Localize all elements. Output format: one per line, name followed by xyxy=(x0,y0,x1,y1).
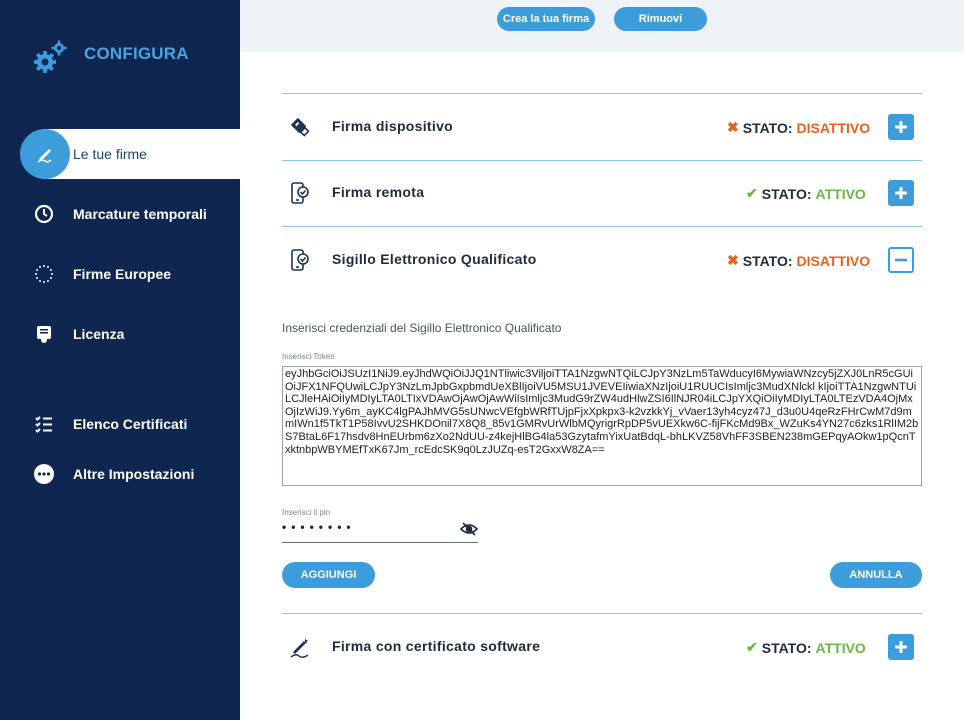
divider xyxy=(282,160,922,161)
sidebar-item-le-tue-firme[interactable]: Le tue firme xyxy=(42,129,240,179)
sidebar-item-label: Altre Impostazioni xyxy=(73,466,195,482)
status-badge: ✖ STATO: DISATTIVO xyxy=(727,119,871,136)
expand-button[interactable] xyxy=(888,114,914,140)
sidebar-item-marcature-temporali[interactable]: Marcature temporali xyxy=(0,189,240,239)
sidebar-item-altre-impostazioni[interactable]: Altre Impostazioni xyxy=(0,449,240,499)
row-title-firma-dispositivo: Firma dispositivo xyxy=(332,118,454,134)
divider xyxy=(282,613,922,614)
gears-icon xyxy=(32,40,72,76)
sidebar-item-label: Elenco Certificati xyxy=(73,416,188,432)
eu-stars-icon xyxy=(33,263,55,285)
token-label: Inserisci Token xyxy=(282,352,335,361)
brand: CONFIGURA xyxy=(32,40,189,76)
add-button[interactable]: AGGIUNGI xyxy=(282,562,375,588)
token-field[interactable]: eyJhbGciOiJSUzI1NiJ9.eyJhdWQiOiJJQ1NTliw… xyxy=(282,366,922,486)
status-badge: ✔ STATO: ATTIVO xyxy=(746,639,866,656)
divider xyxy=(282,226,922,227)
collapse-button[interactable] xyxy=(888,247,914,273)
status-badge: ✔ STATO: ATTIVO xyxy=(746,185,866,202)
pin-label: Inserisci il pin xyxy=(282,508,331,517)
x-icon: ✖ xyxy=(727,119,739,135)
sidebar-item-elenco-certificati[interactable]: Elenco Certificati xyxy=(0,399,240,449)
eye-slash-icon[interactable] xyxy=(459,522,479,536)
check-icon: ✔ xyxy=(746,185,758,201)
expand-button[interactable] xyxy=(888,634,914,660)
topbar xyxy=(240,0,964,52)
sidebar-item-label: Firme Europee xyxy=(73,266,172,282)
create-signature-button[interactable]: Crea la tua firma xyxy=(497,7,595,31)
cancel-button[interactable]: ANNULLA xyxy=(830,562,922,588)
check-icon: ✔ xyxy=(746,639,758,655)
mobile-sign-icon xyxy=(288,181,312,205)
plus-icon xyxy=(895,641,907,653)
sidebar-item-label: Marcature temporali xyxy=(73,206,207,222)
sidebar-item-firme-europee[interactable]: Firme Europee xyxy=(0,249,240,299)
remove-button[interactable]: Rimuovi xyxy=(614,7,707,31)
sidebar: CONFIGURA Le tue firme Marcature tempora… xyxy=(0,0,240,720)
status-badge: ✖ STATO: DISATTIVO xyxy=(727,252,871,269)
usb-key-icon xyxy=(288,115,312,139)
signature-pen-icon xyxy=(20,129,70,179)
list-check-icon xyxy=(33,413,55,435)
pin-field[interactable]: •••••••• xyxy=(282,520,479,543)
expand-button[interactable] xyxy=(888,180,914,206)
divider xyxy=(282,93,922,94)
sidebar-item-label: Le tue firme xyxy=(73,146,147,162)
clock-icon xyxy=(33,203,55,225)
minus-icon xyxy=(895,258,907,262)
more-dots-icon xyxy=(33,463,55,485)
software-pen-icon xyxy=(288,636,312,660)
plus-icon xyxy=(895,187,907,199)
row-title-firma-remota: Firma remota xyxy=(332,184,425,200)
sidebar-item-label: Licenza xyxy=(73,326,125,342)
row-title-firma-software: Firma con certificato software xyxy=(332,638,541,654)
sidebar-item-licenza[interactable]: Licenza xyxy=(0,309,240,359)
row-title-sigillo: Sigillo Elettronico Qualificato xyxy=(332,251,537,267)
x-icon: ✖ xyxy=(727,252,739,268)
brand-title: CONFIGURA xyxy=(84,44,189,63)
form-intro: Inserisci credenziali del Sigillo Elettr… xyxy=(282,321,562,335)
pin-value: •••••••• xyxy=(282,520,356,534)
plus-icon xyxy=(895,121,907,133)
mobile-sign-icon xyxy=(288,248,312,272)
license-icon xyxy=(33,323,55,345)
